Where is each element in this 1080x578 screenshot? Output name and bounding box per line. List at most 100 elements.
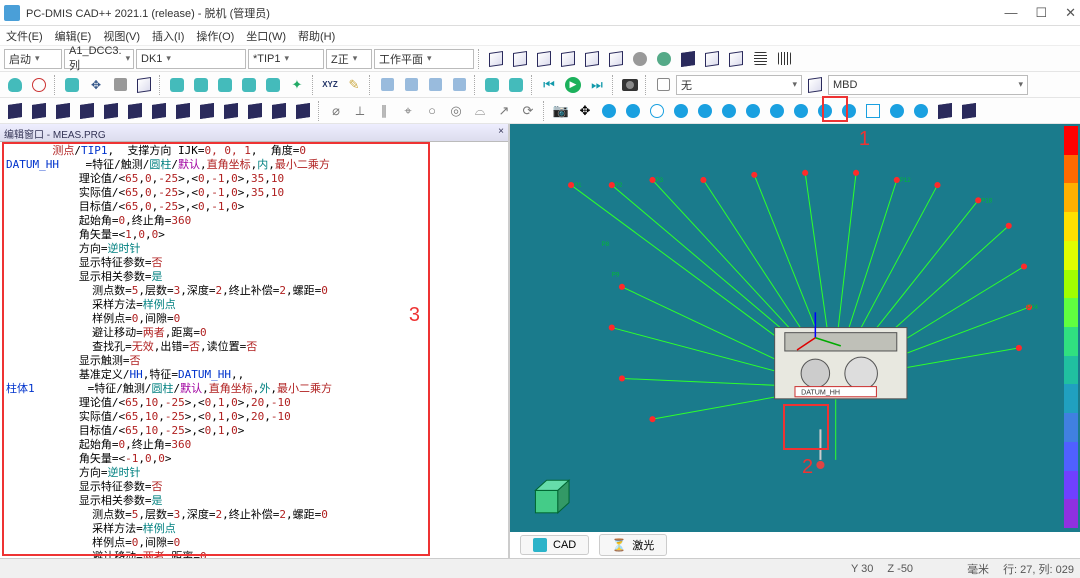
feature-cube-9[interactable] xyxy=(196,100,218,122)
target-icon[interactable] xyxy=(28,74,50,96)
vp-tool-12[interactable] xyxy=(910,100,932,122)
vp-tool-6[interactable] xyxy=(718,100,740,122)
mbd-combo[interactable]: MBD▾ xyxy=(828,75,1028,95)
vp-tool-5[interactable] xyxy=(694,100,716,122)
node-4-icon[interactable] xyxy=(448,74,470,96)
dk-combo[interactable]: DK1▾ xyxy=(136,49,246,69)
vp-tool-11[interactable] xyxy=(886,100,908,122)
cloud-up-icon[interactable] xyxy=(481,74,503,96)
mode-combo[interactable]: 无▾ xyxy=(676,75,802,95)
gdt-4-icon[interactable]: ⌖ xyxy=(397,100,419,122)
feature-cube-11[interactable] xyxy=(244,100,266,122)
group-icon[interactable] xyxy=(109,74,131,96)
feature-cube-2[interactable] xyxy=(28,100,50,122)
alignment-combo[interactable]: A1_DCC3.列▾ xyxy=(64,49,134,69)
vp-tool-2[interactable] xyxy=(622,100,644,122)
exec-play-icon[interactable]: ▶ xyxy=(562,74,584,96)
cube-tool-icon[interactable] xyxy=(133,74,155,96)
cloud-5-icon[interactable] xyxy=(214,74,236,96)
feature-cube-13[interactable] xyxy=(292,100,314,122)
vp-tool-4[interactable] xyxy=(670,100,692,122)
move-icon[interactable]: ✥ xyxy=(85,74,107,96)
view-cube-4[interactable] xyxy=(557,48,579,70)
maximize-button[interactable]: ☐ xyxy=(1035,5,1047,21)
startup-combo[interactable]: 启动▾ xyxy=(4,49,62,69)
axis-combo[interactable]: Z正▾ xyxy=(326,49,372,69)
xyz-icon[interactable]: XYZ xyxy=(319,74,341,96)
cloud-2-icon[interactable] xyxy=(61,74,83,96)
cad-viewport[interactable]: P1P2P3 P12P18P24 P9P8 DATUM_HH xyxy=(510,124,1080,558)
report-icon[interactable] xyxy=(652,74,674,96)
close-button[interactable]: ✕ xyxy=(1065,5,1076,21)
node-3-icon[interactable] xyxy=(424,74,446,96)
tab-laser[interactable]: ⏳ 激光 xyxy=(599,534,667,556)
vp-tool-9[interactable] xyxy=(790,100,812,122)
view-grid2-icon[interactable] xyxy=(773,48,795,70)
vp-tool-box[interactable] xyxy=(862,100,884,122)
gdt-7-icon[interactable]: ⌓ xyxy=(469,100,491,122)
gdt-6-icon[interactable]: ◎ xyxy=(445,100,467,122)
gdt-1-icon[interactable]: ⌀ xyxy=(325,100,347,122)
menu-item-5[interactable]: 坐口(W) xyxy=(246,28,286,44)
gdt-2-icon[interactable]: ⟂ xyxy=(349,100,371,122)
view-cube-5[interactable] xyxy=(581,48,603,70)
view-cube-1[interactable] xyxy=(485,48,507,70)
feature-cube-12[interactable] xyxy=(268,100,290,122)
feature-cube-6[interactable] xyxy=(124,100,146,122)
view-grid-icon[interactable] xyxy=(749,48,771,70)
vp-tool-10[interactable] xyxy=(814,100,836,122)
gdt-3-icon[interactable]: ∥ xyxy=(373,100,395,122)
tip-combo[interactable]: *TIP1▾ xyxy=(248,49,324,69)
view-refresh-icon[interactable] xyxy=(653,48,675,70)
pencil-icon[interactable]: ✎ xyxy=(343,74,365,96)
view-gear-icon[interactable] xyxy=(629,48,651,70)
editor-close-icon[interactable]: × xyxy=(498,126,504,139)
exec-fb-icon[interactable]: ⏮ xyxy=(538,74,560,96)
node-1-icon[interactable] xyxy=(376,74,398,96)
view-cube-6[interactable] xyxy=(605,48,627,70)
cloud-7-icon[interactable] xyxy=(262,74,284,96)
menu-item-1[interactable]: 编辑(E) xyxy=(55,28,92,44)
feature-cube-8[interactable] xyxy=(172,100,194,122)
cloud-4-icon[interactable] xyxy=(190,74,212,96)
feature-cube-3[interactable] xyxy=(52,100,74,122)
menu-item-0[interactable]: 文件(E) xyxy=(6,28,43,44)
cam-icon[interactable]: 📷 xyxy=(550,100,572,122)
program-editor[interactable]: 测点/TIP1, 支撑方向 IJK=0, 0, 1, 角度=0DATUM_HH … xyxy=(0,142,508,558)
vp-tool-8[interactable] xyxy=(766,100,788,122)
feature-cube-7[interactable] xyxy=(148,100,170,122)
cloud-down-icon[interactable] xyxy=(505,74,527,96)
menu-item-3[interactable]: 插入(I) xyxy=(152,28,184,44)
workplane-combo[interactable]: 工作平面▾ xyxy=(374,49,474,69)
cloud-6-icon[interactable] xyxy=(238,74,260,96)
cloud-3-icon[interactable] xyxy=(166,74,188,96)
gdt-5-icon[interactable]: ○ xyxy=(421,100,443,122)
feature-cube-5[interactable] xyxy=(100,100,122,122)
node-2-icon[interactable] xyxy=(400,74,422,96)
cross-icon[interactable]: ✥ xyxy=(574,100,596,122)
cloud-1-icon[interactable] xyxy=(4,74,26,96)
feature-cube-1[interactable] xyxy=(4,100,26,122)
feature-cube-10[interactable] xyxy=(220,100,242,122)
vp-tool-7[interactable] xyxy=(742,100,764,122)
vp-tool-1[interactable] xyxy=(598,100,620,122)
view-cube-9[interactable] xyxy=(725,48,747,70)
vp-tool-cube-a[interactable] xyxy=(934,100,956,122)
cubes-icon[interactable] xyxy=(804,74,826,96)
menu-item-4[interactable]: 操作(O) xyxy=(196,28,234,44)
vp-tool-rotate[interactable] xyxy=(838,100,860,122)
vp-tool-cube-b[interactable] xyxy=(958,100,980,122)
vp-tool-3[interactable] xyxy=(646,100,668,122)
minimize-button[interactable]: — xyxy=(1004,5,1017,21)
view-cube-7[interactable] xyxy=(677,48,699,70)
view-cube-3[interactable] xyxy=(533,48,555,70)
exec-ff-icon[interactable]: ⏭ xyxy=(586,74,608,96)
gdt-8-icon[interactable]: ↗ xyxy=(493,100,515,122)
menu-item-2[interactable]: 视图(V) xyxy=(103,28,140,44)
camera-icon[interactable] xyxy=(619,74,641,96)
star-tool-icon[interactable]: ✦ xyxy=(286,74,308,96)
gdt-9-icon[interactable]: ⟳ xyxy=(517,100,539,122)
feature-cube-4[interactable] xyxy=(76,100,98,122)
view-cube-8[interactable] xyxy=(701,48,723,70)
menu-item-6[interactable]: 帮助(H) xyxy=(298,28,335,44)
